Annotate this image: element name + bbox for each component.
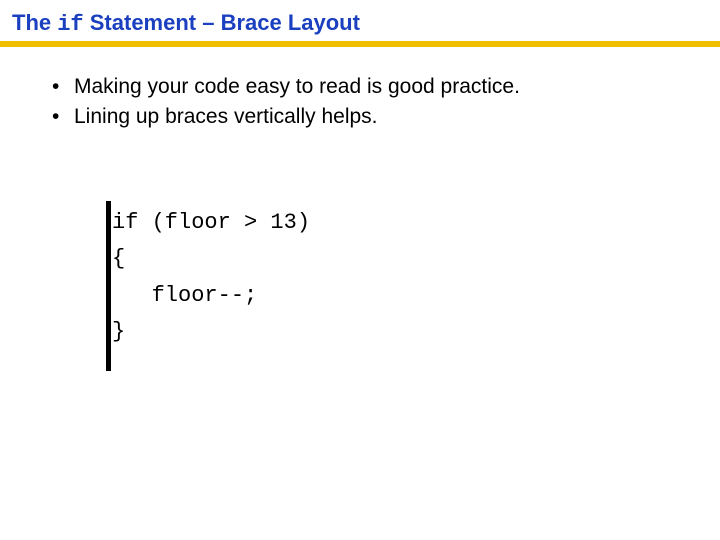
bullet-text: Making your code easy to read is good pr… — [74, 73, 520, 101]
bullet-dot-icon: • — [52, 73, 74, 101]
title-suffix: Statement – Brace Layout — [84, 10, 360, 35]
list-item: • Lining up braces vertically helps. — [52, 103, 720, 131]
code-text: if (floor > 13) { floor--; } — [106, 205, 310, 350]
title-prefix: The — [12, 10, 57, 35]
slide-title: The if Statement – Brace Layout — [0, 0, 720, 41]
code-block: if (floor > 13) { floor--; } — [106, 205, 310, 350]
title-underline — [0, 41, 720, 47]
title-keyword: if — [57, 12, 83, 37]
bullet-list: • Making your code easy to read is good … — [52, 73, 720, 132]
bullet-dot-icon: • — [52, 103, 74, 131]
code-line: { — [112, 246, 125, 271]
list-item: • Making your code easy to read is good … — [52, 73, 720, 101]
bullet-text: Lining up braces vertically helps. — [74, 103, 378, 131]
code-line: if (floor > 13) — [112, 210, 310, 235]
code-line: } — [112, 319, 125, 344]
code-line: floor--; — [112, 283, 257, 308]
code-left-bar — [106, 201, 111, 371]
slide: The if Statement – Brace Layout • Making… — [0, 0, 720, 540]
